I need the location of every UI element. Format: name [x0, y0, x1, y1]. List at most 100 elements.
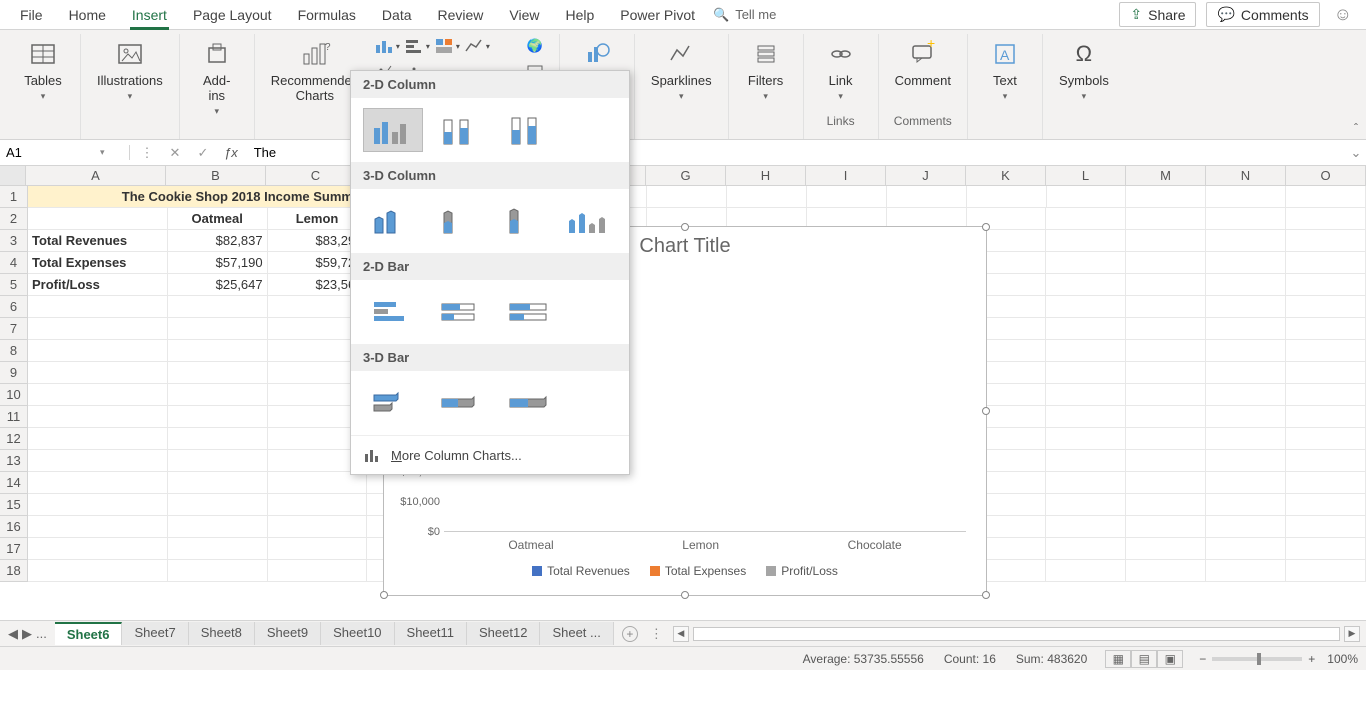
3d-clustered-bar-option[interactable] — [363, 381, 423, 425]
new-sheet-button[interactable]: + — [614, 626, 646, 642]
row-header-7[interactable]: 7 — [0, 318, 27, 340]
zoom-slider[interactable]: − + 100% — [1199, 652, 1358, 666]
cell-O1[interactable] — [1286, 186, 1366, 208]
ribbon-collapse-button[interactable]: ˆ — [1354, 121, 1358, 135]
3d-100-stacked-bar-option[interactable] — [499, 381, 559, 425]
cell-A16[interactable] — [28, 516, 168, 538]
cell-A3[interactable]: Total Revenues — [28, 230, 168, 252]
3d-stacked-bar-option[interactable] — [431, 381, 491, 425]
tab-review[interactable]: Review — [426, 3, 496, 27]
tab-formulas[interactable]: Formulas — [286, 3, 368, 27]
cell-N4[interactable] — [1206, 252, 1286, 274]
cell-B7[interactable] — [168, 318, 268, 340]
cell-A12[interactable] — [28, 428, 168, 450]
cell-H1[interactable] — [727, 186, 807, 208]
row-header-16[interactable]: 16 — [0, 516, 27, 538]
legend-item[interactable]: Total Expenses — [650, 564, 746, 578]
sheet-tab-sheet12[interactable]: Sheet12 — [467, 622, 540, 645]
row-header-2[interactable]: 2 — [0, 208, 27, 230]
column-header-J[interactable]: J — [886, 166, 966, 185]
tab-view[interactable]: View — [497, 3, 551, 27]
column-header-G[interactable]: G — [646, 166, 726, 185]
tab-data[interactable]: Data — [370, 3, 424, 27]
cell-A4[interactable]: Total Expenses — [28, 252, 168, 274]
cell-B9[interactable] — [168, 362, 268, 384]
cell-B17[interactable] — [168, 538, 268, 560]
row-header-14[interactable]: 14 — [0, 472, 27, 494]
3d-clustered-column-option[interactable] — [363, 199, 421, 243]
sheet-nav-next[interactable]: ▶ — [22, 626, 32, 642]
cell-N11[interactable] — [1206, 406, 1286, 428]
cell-N2[interactable] — [1206, 208, 1286, 230]
cell-A10[interactable] — [28, 384, 168, 406]
row-header-6[interactable]: 6 — [0, 296, 27, 318]
cell-A5[interactable]: Profit/Loss — [28, 274, 168, 296]
legend-item[interactable]: Total Revenues — [532, 564, 630, 578]
cell-O13[interactable] — [1286, 450, 1366, 472]
tell-me[interactable]: 🔍 Tell me — [713, 7, 776, 23]
cell-L11[interactable] — [1046, 406, 1126, 428]
zoom-thumb[interactable] — [1257, 653, 1261, 665]
cell-L12[interactable] — [1046, 428, 1126, 450]
row-header-11[interactable]: 11 — [0, 406, 27, 428]
cell-B18[interactable] — [168, 560, 268, 582]
cell-M10[interactable] — [1126, 384, 1206, 406]
row-header-1[interactable]: 1 — [0, 186, 27, 208]
column-header-K[interactable]: K — [966, 166, 1046, 185]
chart-legend[interactable]: Total RevenuesTotal ExpensesProfit/Loss — [384, 564, 986, 578]
zoom-out-button[interactable]: − — [1199, 652, 1206, 666]
row-header-3[interactable]: 3 — [0, 230, 27, 252]
sheet-nav-prev[interactable]: ◀ — [8, 626, 18, 642]
cell-M4[interactable] — [1126, 252, 1206, 274]
cell-O6[interactable] — [1286, 296, 1366, 318]
cell-N14[interactable] — [1206, 472, 1286, 494]
resize-handle-e[interactable] — [982, 407, 990, 415]
cell-A15[interactable] — [28, 494, 168, 516]
cell-L5[interactable] — [1046, 274, 1126, 296]
cell-M11[interactable] — [1126, 406, 1206, 428]
cell-O17[interactable] — [1286, 538, 1366, 560]
cell-N18[interactable] — [1206, 560, 1286, 582]
formula-options-icon[interactable]: ⋮ — [134, 145, 160, 161]
cell-A2[interactable] — [28, 208, 168, 230]
sheet-tab-sheet7[interactable]: Sheet7 — [122, 622, 188, 645]
cell-C15[interactable] — [268, 494, 368, 516]
comments-button[interactable]: 💬 Comments — [1206, 2, 1319, 27]
cell-M1[interactable] — [1126, 186, 1206, 208]
cell-B13[interactable] — [168, 450, 268, 472]
column-header-M[interactable]: M — [1126, 166, 1206, 185]
row-header-18[interactable]: 18 — [0, 560, 27, 582]
stacked-bar-option[interactable] — [431, 290, 491, 334]
cell-N6[interactable] — [1206, 296, 1286, 318]
cell-A17[interactable] — [28, 538, 168, 560]
page-break-view-button[interactable]: ▣ — [1157, 650, 1183, 668]
cell-A11[interactable] — [28, 406, 168, 428]
tab-page-layout[interactable]: Page Layout — [181, 3, 284, 27]
cell-L15[interactable] — [1046, 494, 1126, 516]
symbols-button[interactable]: Ω Symbols ▾ — [1053, 34, 1115, 106]
tab-help[interactable]: Help — [554, 3, 607, 27]
sheet-nav-ellipsis[interactable]: ... — [36, 626, 47, 642]
cell-N9[interactable] — [1206, 362, 1286, 384]
accept-formula-button[interactable]: ✓ — [190, 145, 216, 161]
resize-handle-ne[interactable] — [982, 223, 990, 231]
cell-B14[interactable] — [168, 472, 268, 494]
sheet-tab-sheet10[interactable]: Sheet10 — [321, 622, 394, 645]
cell-O5[interactable] — [1286, 274, 1366, 296]
cell-B16[interactable] — [168, 516, 268, 538]
line-chart-button[interactable]: ▾ — [463, 34, 491, 58]
cell-N7[interactable] — [1206, 318, 1286, 340]
row-header-9[interactable]: 9 — [0, 362, 27, 384]
row-header-10[interactable]: 10 — [0, 384, 27, 406]
bar-chart-button[interactable]: ▾ — [403, 34, 431, 58]
zoom-track[interactable] — [1212, 657, 1302, 661]
cell-L8[interactable] — [1046, 340, 1126, 362]
cell-I1[interactable] — [807, 186, 887, 208]
illustrations-button[interactable]: Illustrations ▾ — [91, 34, 169, 106]
feedback-icon[interactable]: ☺ — [1334, 4, 1352, 25]
cell-O10[interactable] — [1286, 384, 1366, 406]
row-header-5[interactable]: 5 — [0, 274, 27, 296]
3d-column-option[interactable] — [560, 199, 618, 243]
comment-button[interactable]: + Comment — [889, 34, 957, 93]
stacked-column-option[interactable] — [431, 108, 491, 152]
